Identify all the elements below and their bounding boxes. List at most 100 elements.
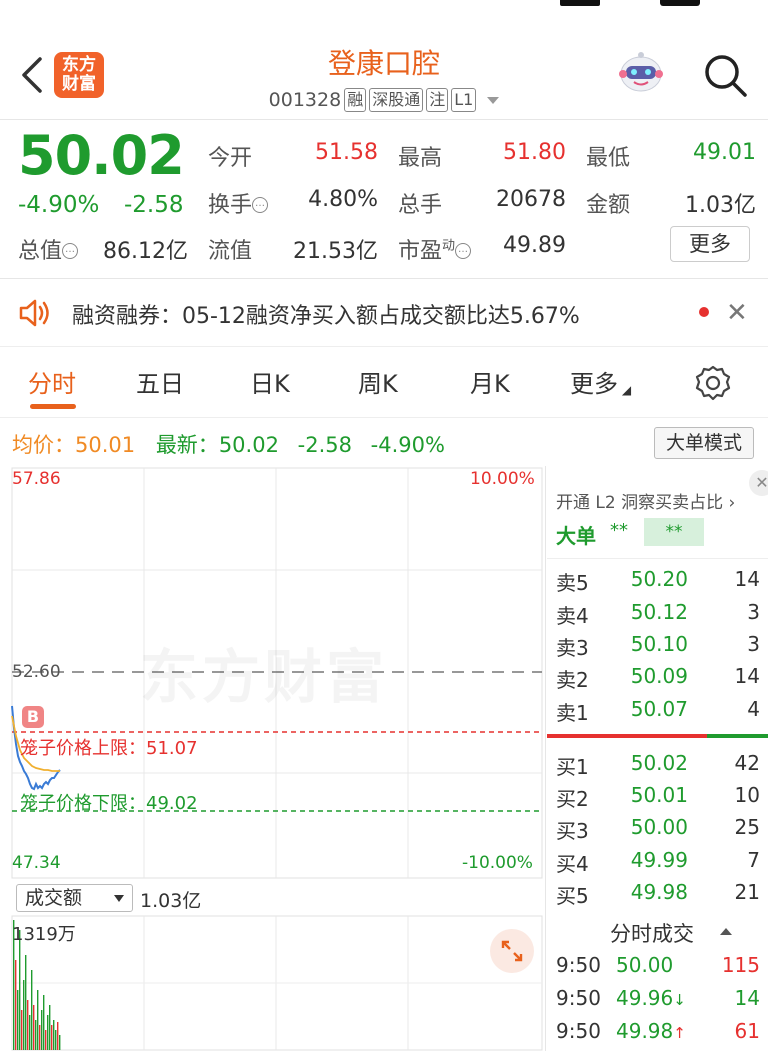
tab-five-day[interactable]: 五日 bbox=[136, 364, 184, 399]
sell-1-price[interactable]: 50.07 bbox=[616, 697, 688, 721]
sell-3-label: 卖3 bbox=[556, 636, 589, 660]
info-icon[interactable]: … bbox=[455, 243, 472, 259]
volume-bar bbox=[33, 1005, 35, 1050]
volume-bar bbox=[17, 990, 19, 1050]
volume-bar bbox=[31, 970, 33, 1050]
trade-price: 50.00 bbox=[616, 953, 674, 977]
turnover-label[interactable]: 换手… bbox=[208, 187, 269, 219]
sell-2-vol: 14 bbox=[734, 664, 760, 688]
info-icon[interactable]: … bbox=[252, 197, 269, 213]
avg-price: 50.01 bbox=[75, 433, 136, 457]
sell-5-vol: 14 bbox=[734, 567, 760, 591]
sell-2-price[interactable]: 50.09 bbox=[616, 664, 688, 688]
tab-active-indicator bbox=[30, 404, 76, 409]
mktcap-label[interactable]: 总值… bbox=[18, 233, 79, 265]
buy-ratio-bar bbox=[707, 734, 768, 738]
volume-bar bbox=[55, 1030, 57, 1050]
buy-5-label: 买5 bbox=[556, 884, 589, 908]
volume-axis-max: 1319万 bbox=[12, 924, 76, 945]
trades-title[interactable]: 分时成交 bbox=[610, 918, 694, 948]
unread-dot bbox=[699, 307, 709, 317]
trade-time: 9:50 bbox=[556, 953, 601, 977]
tab-daily-k[interactable]: 日K bbox=[250, 364, 290, 399]
big-order-mode-button[interactable]: 大单模式 bbox=[654, 427, 754, 459]
tag-connect: 深股通 bbox=[369, 88, 424, 112]
volume-value: 20678 bbox=[496, 187, 566, 212]
close-icon[interactable]: ✕ bbox=[726, 298, 748, 328]
y-axis-min: 47.34 bbox=[12, 853, 61, 873]
buy-2-price[interactable]: 50.01 bbox=[616, 783, 688, 807]
expand-icon[interactable] bbox=[490, 929, 534, 973]
buy-3-label: 买3 bbox=[556, 819, 589, 843]
buy-signal-badge[interactable]: B bbox=[22, 706, 44, 728]
trade-price: 49.96↓ bbox=[616, 986, 686, 1010]
volume-bar bbox=[53, 1020, 55, 1050]
volume-bar bbox=[35, 1020, 37, 1050]
mktcap-value: 86.12亿 bbox=[103, 239, 188, 264]
chevron-up-icon[interactable] bbox=[720, 928, 732, 935]
volume-bar bbox=[49, 1005, 51, 1050]
trade-price: 49.98↑ bbox=[616, 1019, 686, 1043]
latest-price: 50.02 bbox=[218, 433, 279, 457]
cage-upper-limit-label: 笼子价格上限：51.07 bbox=[20, 738, 198, 759]
assistant-robot-icon[interactable] bbox=[616, 50, 666, 100]
y-axis-max: 57.86 bbox=[12, 469, 61, 489]
buy-2-vol: 10 bbox=[734, 783, 760, 807]
trade-vol: 115 bbox=[721, 953, 760, 977]
big-order-value-1: ** bbox=[610, 520, 628, 541]
current-price: 50.02 bbox=[18, 124, 185, 187]
notice-text[interactable]: 融资融券：05-12融资净买入额占成交额比达5.67% bbox=[72, 298, 580, 330]
buy-3-price[interactable]: 50.00 bbox=[616, 815, 688, 839]
volume-bar bbox=[23, 980, 25, 1050]
float-label: 流值 bbox=[208, 239, 253, 264]
more-quote-button[interactable]: 更多 bbox=[670, 226, 750, 262]
sell-2-label: 卖2 bbox=[556, 668, 589, 692]
tab-intraday[interactable]: 分时 bbox=[28, 364, 76, 399]
buy-4-vol: 7 bbox=[747, 848, 760, 872]
buy-2-label: 买2 bbox=[556, 787, 589, 811]
sell-1-label: 卖1 bbox=[556, 701, 589, 725]
sell-4-price[interactable]: 50.12 bbox=[616, 600, 688, 624]
pct-axis-max: 10.00% bbox=[470, 469, 535, 489]
cage-lower-limit-label: 笼子价格下限：49.02 bbox=[20, 793, 198, 814]
volume-label: 总手 bbox=[398, 193, 443, 218]
buy-1-label: 买1 bbox=[556, 755, 589, 779]
float-value: 21.53亿 bbox=[293, 239, 378, 264]
trade-vol: 61 bbox=[734, 1019, 760, 1043]
buy-1-price[interactable]: 50.02 bbox=[616, 751, 688, 775]
pe-label[interactable]: 市盈动… bbox=[398, 233, 472, 265]
chart-info-line: 均价：50.01 最新：50.02 -2.58 -4.90% bbox=[12, 433, 445, 457]
low-value: 49.01 bbox=[693, 140, 756, 165]
tab-weekly-k[interactable]: 周K bbox=[358, 364, 398, 399]
close-icon[interactable]: ✕ bbox=[749, 470, 768, 496]
info-icon[interactable]: … bbox=[62, 243, 79, 259]
buy-4-price[interactable]: 49.99 bbox=[616, 848, 688, 872]
buy-3-vol: 25 bbox=[734, 815, 760, 839]
l2-upgrade-link[interactable]: 开通 L2 洞察买卖占比 › bbox=[556, 488, 735, 513]
tab-monthly-k[interactable]: 月K bbox=[470, 364, 510, 399]
volume-total: 1.03亿 bbox=[140, 890, 202, 912]
sell-5-price[interactable]: 50.20 bbox=[616, 567, 688, 591]
volume-bar bbox=[51, 1025, 53, 1050]
volume-indicator-select[interactable]: 成交额 bbox=[16, 884, 133, 912]
change-amount: -2.58 bbox=[124, 192, 184, 218]
chevron-down-icon[interactable] bbox=[487, 96, 500, 104]
search-icon[interactable] bbox=[702, 52, 748, 98]
amount-value: 1.03亿 bbox=[685, 193, 756, 218]
change-percent: -4.90% bbox=[18, 192, 100, 218]
volume-bar bbox=[15, 960, 17, 1050]
sell-3-price[interactable]: 50.10 bbox=[616, 632, 688, 656]
gear-icon[interactable] bbox=[694, 364, 732, 402]
buy-5-price[interactable]: 49.98 bbox=[616, 880, 688, 904]
volume-bar bbox=[27, 1000, 29, 1050]
tab-more[interactable]: 更多 ◢ bbox=[570, 364, 631, 399]
trade-vol: 14 bbox=[734, 986, 760, 1010]
sell-4-label: 卖4 bbox=[556, 604, 589, 628]
volume-bar bbox=[59, 1035, 61, 1050]
chevron-down-icon bbox=[114, 895, 124, 902]
volume-bar bbox=[29, 1015, 31, 1050]
sell-1-vol: 4 bbox=[747, 697, 760, 721]
volume-bar bbox=[43, 995, 45, 1050]
open-value: 51.58 bbox=[315, 140, 378, 165]
stock-code: 001328 bbox=[268, 89, 342, 111]
